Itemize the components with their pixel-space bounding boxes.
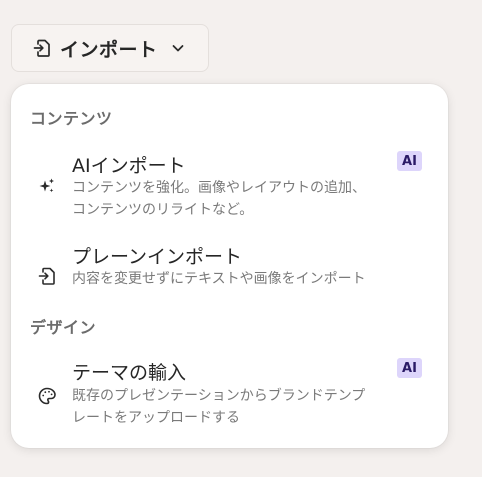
sparkles-icon — [37, 176, 57, 196]
menu-item-description: 内容を変更せずにテキストや画像をインポート — [72, 271, 366, 287]
import-file-icon — [32, 38, 52, 58]
menu-item-description: 既存のプレゼンテーションからブランドテンプレートをアップロードする — [72, 388, 366, 426]
ai-badge: AI — [397, 358, 422, 378]
import-button-label: インポート — [60, 38, 158, 61]
palette-icon — [37, 386, 57, 406]
menu-item-title: プレーンインポート — [72, 246, 243, 268]
menu-item-plain-import[interactable]: プレーンインポート 内容を変更せずにテキストや画像をインポート — [11, 242, 448, 292]
menu-item-theme-import[interactable]: テーマの輸入 AI 既存のプレゼンテーションからブランドテンプレートをアップロー… — [11, 358, 448, 430]
section-heading-design: デザイン — [30, 318, 97, 337]
section-heading-content: コンテンツ — [30, 109, 113, 128]
menu-item-description: コンテンツを強化。画像やレイアウトの追加、コンテンツのリライトなど。 — [72, 180, 366, 218]
page: インポート コンテンツ AIインポート AI コンテンツを強化。画像やレイアウト… — [0, 0, 482, 477]
chevron-down-icon — [170, 40, 186, 56]
menu-item-title: AIインポート — [72, 155, 186, 177]
import-file-icon — [37, 266, 57, 286]
import-button[interactable]: インポート — [11, 24, 209, 72]
menu-item-ai-import[interactable]: AIインポート AI コンテンツを強化。画像やレイアウトの追加、コンテンツのリラ… — [11, 151, 448, 223]
ai-badge: AI — [397, 151, 422, 171]
menu-item-title: テーマの輸入 — [72, 362, 187, 384]
import-dropdown-menu: コンテンツ AIインポート AI コンテンツを強化。画像やレイアウトの追加、コン… — [11, 84, 448, 448]
